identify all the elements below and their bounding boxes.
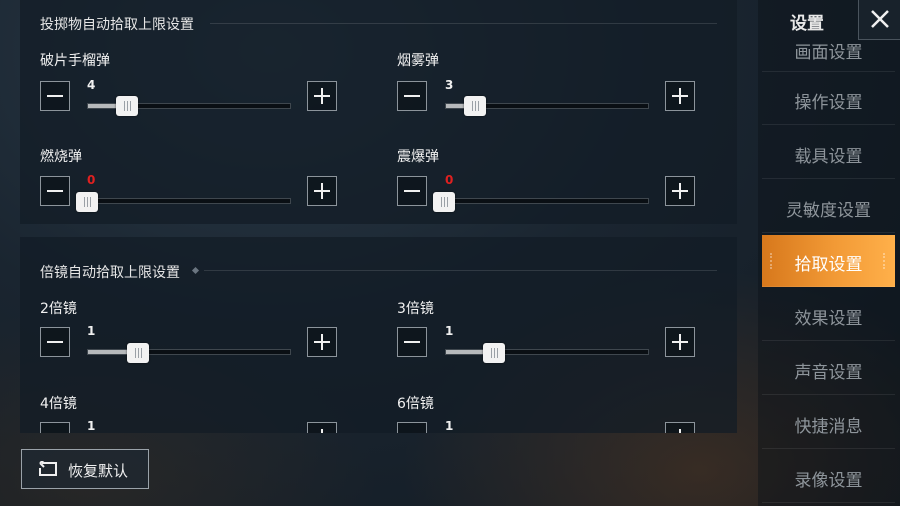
molotov-value: 0	[87, 173, 96, 187]
close-button[interactable]	[858, 0, 900, 40]
stun-slider-track[interactable]	[445, 198, 649, 204]
stun-slider-thumb[interactable]	[433, 192, 455, 212]
smoke-slider-thumb[interactable]	[464, 96, 486, 116]
scope3x-minus-button[interactable]	[397, 327, 427, 357]
item-label-6x: 6倍镜	[397, 396, 434, 412]
smoke-plus-button[interactable]	[665, 81, 695, 111]
sidebar-item-label: 载具设置	[794, 147, 863, 167]
scope6x-minus-button[interactable]	[397, 422, 427, 433]
sidebar-item-label: 效果设置	[794, 309, 863, 329]
grip-icon	[883, 253, 887, 269]
section-title-throwables: 投掷物自动拾取上限设置	[40, 17, 194, 33]
sidebar-item-replay[interactable]: 录像设置	[762, 451, 895, 503]
scope6x-plus-button[interactable]	[665, 422, 695, 433]
scope2x-plus-button[interactable]	[307, 327, 337, 357]
scope3x-plus-button[interactable]	[665, 327, 695, 357]
sidebar-item-label: 声音设置	[794, 363, 863, 383]
restore-default-label: 恢复默认	[68, 462, 129, 480]
sidebar-item-label: 拾取设置	[794, 255, 863, 275]
scope2x-value: 1	[87, 324, 96, 338]
close-icon	[871, 10, 889, 28]
scope3x-value: 1	[445, 324, 454, 338]
settings-title: 设置	[790, 14, 824, 34]
scope6x-value: 1	[445, 419, 454, 433]
item-label-4x: 4倍镜	[40, 396, 77, 412]
smoke-value: 3	[445, 78, 454, 92]
sidebar-item-label: 录像设置	[794, 471, 863, 491]
sidebar-item-sensitivity[interactable]: 灵敏度设置	[762, 181, 895, 233]
sidebar-item-label: 快捷消息	[794, 417, 863, 437]
minus-icon	[404, 341, 420, 343]
minus-icon	[404, 95, 420, 97]
sidebar-item-vehicle[interactable]: 载具设置	[762, 127, 895, 179]
frag-minus-button[interactable]	[40, 81, 70, 111]
scope2x-slider-thumb[interactable]	[127, 343, 149, 363]
item-label-stun: 震爆弹	[397, 149, 439, 165]
scope3x-slider-track[interactable]	[445, 349, 649, 355]
sidebar-item-pickup[interactable]: 拾取设置	[762, 235, 895, 287]
minus-icon	[404, 190, 420, 192]
stun-minus-button[interactable]	[397, 176, 427, 206]
sidebar-item-label: 画面设置	[794, 43, 863, 63]
stun-plus-button[interactable]	[665, 176, 695, 206]
minus-icon	[47, 95, 63, 97]
sidebar-item-sound[interactable]: 声音设置	[762, 343, 895, 395]
scope4x-plus-button[interactable]	[307, 422, 337, 433]
sidebar-item-effects[interactable]: 效果设置	[762, 289, 895, 341]
molotov-minus-button[interactable]	[40, 176, 70, 206]
scope4x-minus-button[interactable]	[40, 422, 70, 433]
item-label-molotov: 燃烧弹	[40, 149, 82, 165]
molotov-plus-button[interactable]	[307, 176, 337, 206]
item-label-smoke: 烟雾弹	[397, 53, 439, 69]
scope2x-slider-track[interactable]	[87, 349, 291, 355]
frag-slider-thumb[interactable]	[116, 96, 138, 116]
sidebar-item-quick-messages[interactable]: 快捷消息	[762, 397, 895, 449]
restore-default-button[interactable]: 恢复默认	[21, 449, 149, 489]
restore-icon	[39, 461, 57, 476]
sidebar-item-controls[interactable]: 操作设置	[762, 73, 895, 125]
sidebar-item-graphics[interactable]: 画面设置	[762, 38, 895, 72]
throwables-settings-panel: 投掷物自动拾取上限设置 破片手榴弹 4 烟雾弹 3 燃烧弹 0 震爆弹 0	[20, 0, 737, 224]
item-label-3x: 3倍镜	[397, 301, 434, 317]
sidebar-item-label: 操作设置	[794, 93, 863, 113]
item-label-frag: 破片手榴弹	[40, 53, 110, 69]
molotov-slider-thumb[interactable]	[76, 192, 98, 212]
minus-icon	[47, 341, 63, 343]
minus-icon	[47, 190, 63, 192]
section-divider	[204, 270, 717, 271]
item-label-2x: 2倍镜	[40, 301, 77, 317]
sidebar-item-label: 灵敏度设置	[786, 201, 871, 221]
stun-value: 0	[445, 173, 454, 187]
frag-plus-button[interactable]	[307, 81, 337, 111]
molotov-slider-track[interactable]	[87, 198, 291, 204]
smoke-minus-button[interactable]	[397, 81, 427, 111]
scope4x-value: 1	[87, 419, 96, 433]
section-title-scopes: 倍镜自动拾取上限设置	[40, 265, 180, 281]
frag-value: 4	[87, 78, 96, 92]
scope3x-slider-thumb[interactable]	[483, 343, 505, 363]
scope2x-minus-button[interactable]	[40, 327, 70, 357]
section-dot	[191, 266, 200, 275]
section-divider	[210, 23, 717, 24]
scopes-settings-panel: 倍镜自动拾取上限设置 2倍镜 1 3倍镜 1 4倍镜 1 6倍镜 1	[20, 237, 737, 433]
